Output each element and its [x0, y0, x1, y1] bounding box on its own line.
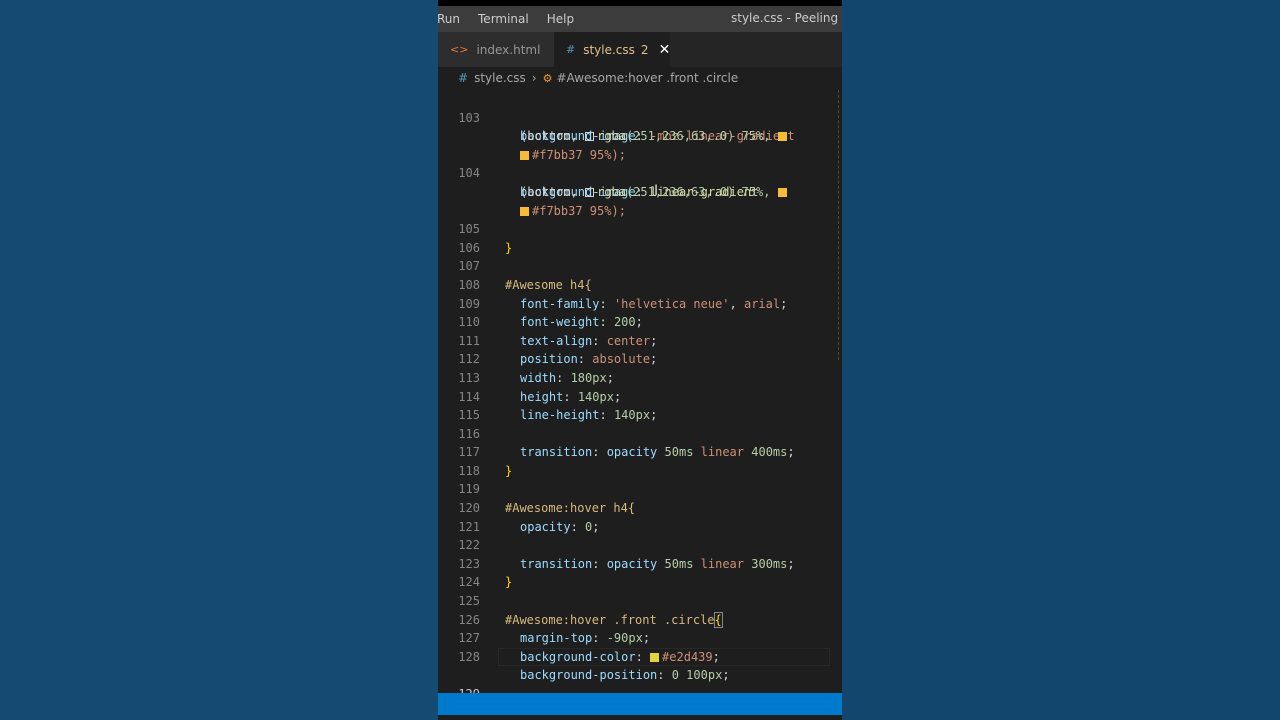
- code-line: 121: [438, 499, 842, 534]
- close-icon[interactable]: ✕: [659, 42, 671, 58]
- chevron-right-icon: ›: [531, 71, 537, 85]
- code-line: 124: [438, 555, 842, 589]
- html-file-icon: <>: [450, 43, 469, 56]
- current-line-highlight: [498, 647, 830, 666]
- code-line: 115: [438, 388, 842, 422]
- window-title: style.css - Peeling Stic: [731, 11, 842, 25]
- menubar: Run Terminal Help style.css - Peeling St…: [438, 6, 842, 32]
- code-line: 103 background-image: -moz-linear-gradie…: [438, 90, 842, 144]
- text-cursor-icon: I: [654, 184, 658, 199]
- code-line: (bottom, rgba(251,236,63,.0) 75%,: [438, 164, 842, 199]
- overview-ruler[interactable]: [838, 90, 842, 360]
- breadcrumb-symbol[interactable]: #Awesome:hover .front .circle: [556, 71, 738, 85]
- code-editor-window: Run Terminal Help style.css - Peeling St…: [438, 0, 842, 720]
- current-code-line: 129 }: [438, 647, 842, 720]
- menu-help[interactable]: Help: [547, 12, 574, 26]
- css-selector-icon: ⚙: [542, 71, 553, 85]
- css-property: background-position: [520, 668, 658, 683]
- code-line: 125 #Awesome:hover .front .circle{: [438, 573, 842, 628]
- line-content: background-position: 0 100px;: [520, 668, 730, 683]
- code-line: 113 height: 140px;: [438, 350, 842, 404]
- problem-count-badge: 2: [640, 42, 649, 57]
- tab-index-html[interactable]: <> index.html: [438, 32, 554, 67]
- desktop-background-right: [842, 0, 1280, 720]
- code-line: 117 }: [438, 425, 842, 478]
- code-line: 105 }: [438, 202, 842, 255]
- desktop-background-left: [0, 0, 438, 720]
- code-line: 104 background-image: linear-gradient: [438, 146, 842, 199]
- menu-terminal[interactable]: Terminal: [478, 12, 529, 26]
- code-line: 111 position: absolute;: [438, 313, 842, 367]
- code-line: 122 transition: opacity 50ms linear 300m…: [438, 518, 842, 571]
- code-line: 123 }: [438, 536, 842, 590]
- css-value: 0 100px: [671, 668, 723, 683]
- code-line: 128 background-position: 0 100px;: [438, 629, 842, 683]
- code-line: 120 opacity: 0;: [438, 480, 842, 534]
- window-bottom-edge: [438, 715, 842, 720]
- code-line: #f7bb37 95%);: [438, 127, 842, 162]
- code-line: 109 font-weight: 200;: [438, 276, 842, 330]
- code-line: 106: [438, 220, 842, 255]
- css-file-icon: #: [458, 71, 469, 85]
- code-line: 108 font-family: 'helvetica neue', arial…: [438, 257, 842, 311]
- breadcrumb: # style.css › ⚙ #Awesome:hover .front .c…: [438, 67, 842, 89]
- code-line: #f7bb37 95%);: [438, 183, 842, 218]
- css-file-icon: #: [566, 43, 576, 56]
- menu-run[interactable]: Run: [438, 12, 460, 26]
- code-line: 116 transition: opacity 50ms linear 400m…: [438, 406, 842, 460]
- breadcrumb-file[interactable]: style.css: [474, 71, 526, 85]
- code-line: 118: [438, 443, 842, 478]
- tab-label: index.html: [476, 42, 541, 57]
- tab-label: style.css: [583, 42, 635, 57]
- code-area[interactable]: 103 background-image: -moz-linear-gradie…: [438, 90, 842, 720]
- code-line: (bottom, rgba(251,236,63,.0) 75%,: [438, 109, 842, 143]
- code-line: 110 text-align: center;: [438, 295, 842, 348]
- code-line: 114 line-height: 140px;: [438, 369, 842, 423]
- code-line: 127 background-color: #e2d439;: [438, 611, 842, 664]
- tab-style-css[interactable]: # style.css 2 ✕: [554, 32, 670, 67]
- status-bar: [438, 693, 842, 715]
- editor-tabbar: <> index.html # style.css 2 ✕: [438, 32, 842, 67]
- code-line: 119 #Awesome:hover h4{: [438, 462, 842, 515]
- code-line: 112 width: 180px;: [438, 332, 842, 385]
- code-line: 107 #Awesome h4{: [438, 239, 842, 292]
- code-line: 126 margin-top: -90px;: [438, 592, 842, 646]
